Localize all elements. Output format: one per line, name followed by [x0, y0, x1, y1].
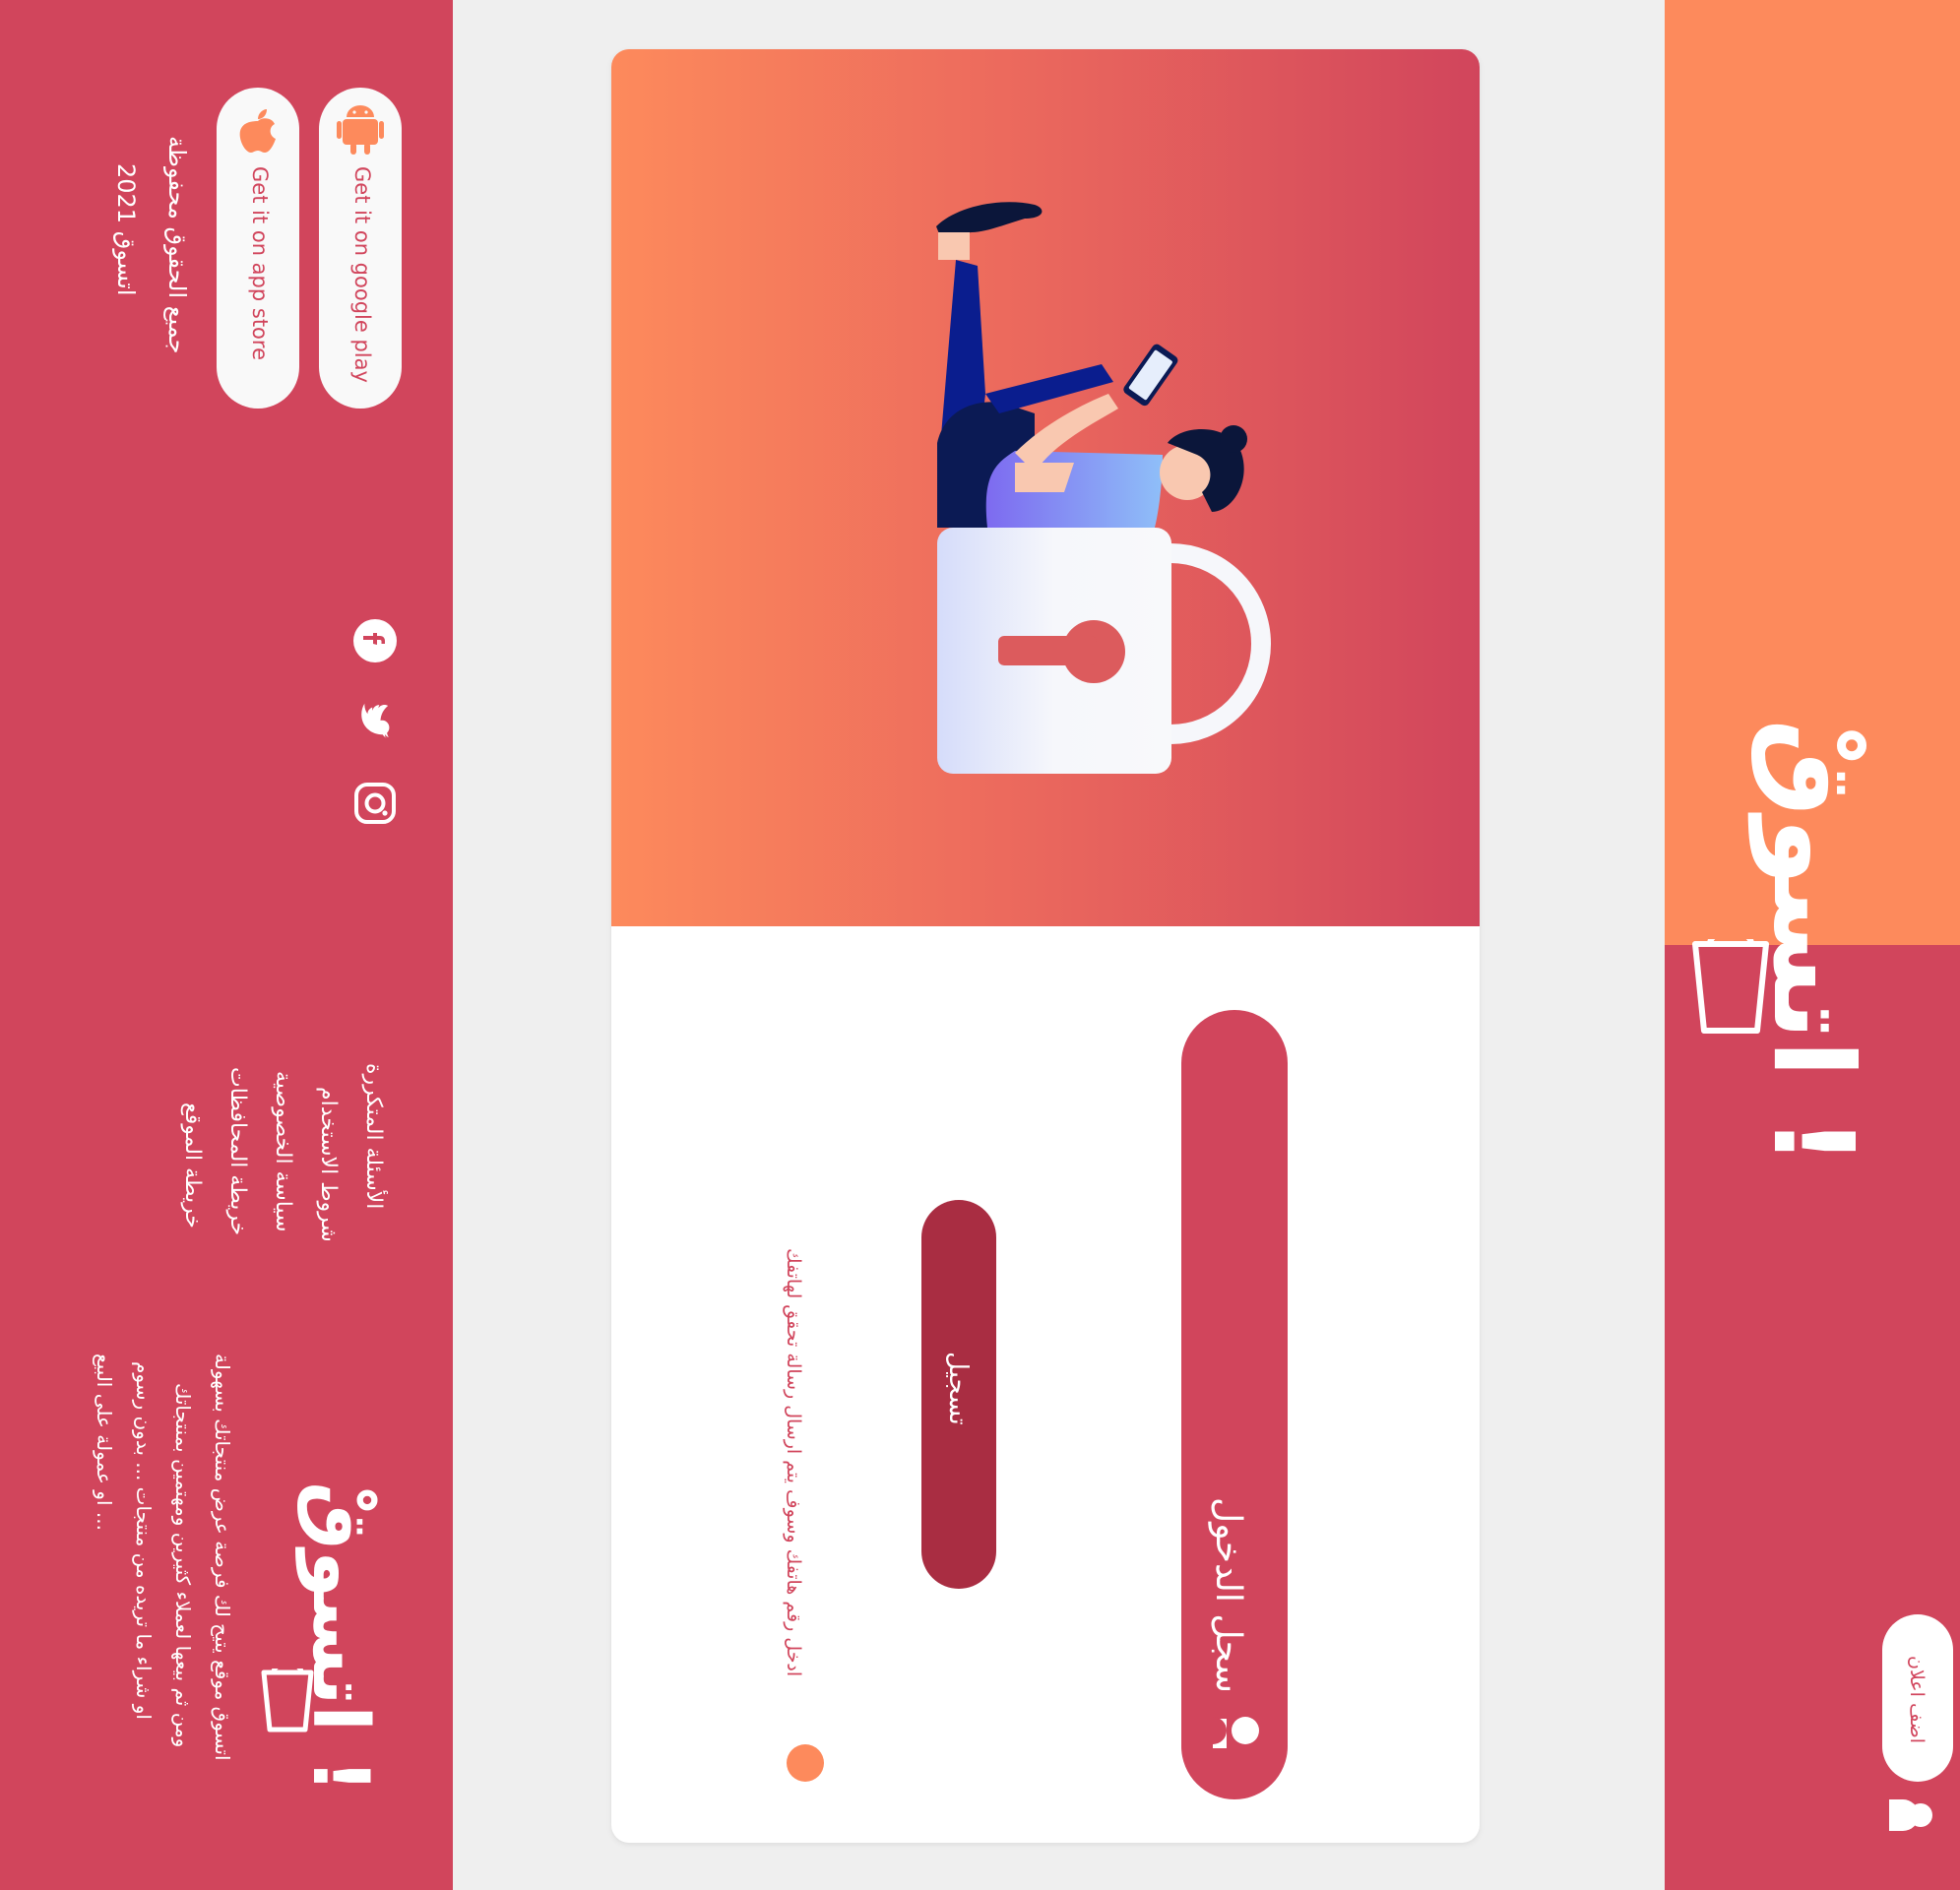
person-on-padlock-illustration — [936, 202, 1271, 774]
hero-illustration-panel — [611, 49, 1480, 926]
footer-link-privacy[interactable]: سياسة الخصوصية — [271, 1071, 295, 1232]
register-button-label: سجل الدخول — [1208, 1497, 1248, 1693]
app-store-label: Get it on app store — [248, 166, 272, 360]
copyright-line: اتسوق 2021 — [112, 163, 140, 296]
add-ad-label: اضف اعلان — [1906, 1656, 1928, 1744]
footer-link-governorates[interactable]: خريطة المحافظات — [225, 1067, 250, 1235]
header-logo[interactable]: اتسوقْ ! — [1692, 719, 1901, 1166]
footer-link-terms[interactable]: شروط الاستخدام — [316, 1087, 341, 1242]
submit-button-label: تسجيل — [943, 1352, 973, 1425]
facebook-icon[interactable] — [352, 618, 398, 663]
footer-about-line: ومن ثم بيعها لعملاء كثيرين ومهتمين بمنتج… — [171, 1383, 195, 1748]
footer-logo[interactable]: اتسوقْ ! — [261, 1481, 404, 1794]
app-store-button[interactable]: Get it on app store — [217, 88, 299, 409]
login-card: سجل الدخول تسجيل ادخل رقم هاتفك وسوف يتم… — [611, 49, 1480, 1843]
footer-about-line: او عمولة على البيع ... — [93, 1354, 116, 1531]
add-ad-button[interactable]: اضف اعلان — [1882, 1614, 1953, 1782]
android-icon — [337, 105, 384, 155]
footer-link-faq[interactable]: الأسئلة المتكررة — [361, 1063, 386, 1209]
footer-about: اتسوق موقع يتيح لك فرصة عرض منتجاتك بسهو… — [93, 1354, 246, 1865]
footer-logo-text: اتسوقْ ! — [295, 1481, 384, 1794]
twitter-icon[interactable] — [352, 699, 398, 744]
shopping-bag-icon — [261, 1669, 314, 1732]
user-icon[interactable] — [1887, 1794, 1934, 1837]
header: اتسوقْ ! اضف اعلان — [1665, 0, 1960, 1890]
footer-about-line: او شراء ما تريده من منتجات ... بدون رسوم — [132, 1361, 156, 1720]
footer: اتسوقْ ! اتسوق موقع يتيح لك فرصة عرض منت… — [0, 0, 453, 1890]
page: اتسوقْ ! اتسوق موقع يتيح لك فرصة عرض منت… — [0, 0, 1960, 1890]
copyright-line: جميع الحقوق محفوظة — [163, 136, 191, 354]
footer-link-sitemap[interactable]: خريطة الموقع — [180, 1102, 205, 1228]
user-icon — [1213, 1717, 1259, 1748]
instagram-icon[interactable] — [352, 781, 398, 826]
submit-button[interactable]: تسجيل — [921, 1200, 996, 1589]
google-play-label: Get it on google play — [350, 166, 374, 383]
shopping-bag-icon — [1692, 939, 1769, 1034]
footer-about-line: اتسوق موقع يتيح لك فرصة عرض منتجاتك بسهو… — [211, 1354, 234, 1761]
hint-dot-icon — [787, 1744, 824, 1782]
apple-icon — [239, 109, 276, 153]
hint-text: ادخل رقم هاتفك وسوف يتم ارسال رسالة تحقق… — [783, 1248, 804, 1677]
register-button[interactable]: سجل الدخول — [1181, 1010, 1288, 1799]
footer-links: الأسئلة المتكررة شروط الاستخدام سياسة ال… — [177, 1063, 404, 1250]
google-play-button[interactable]: Get it on google play — [319, 88, 402, 409]
